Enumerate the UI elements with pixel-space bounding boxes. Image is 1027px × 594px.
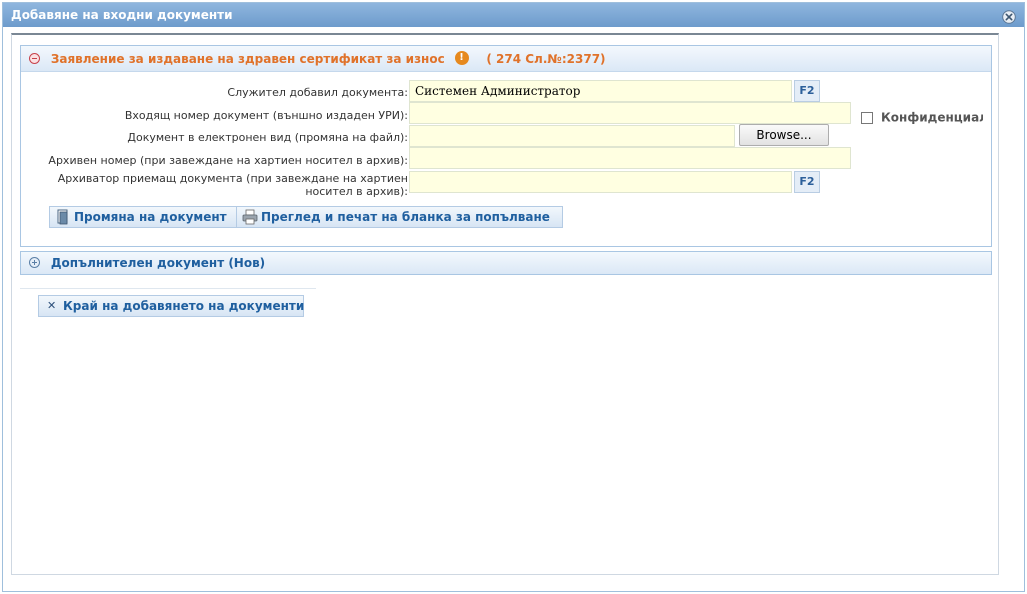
- dialog-titlebar: Добавяне на входни документи: [3, 3, 1024, 27]
- dialog-title: Добавяне на входни документи: [11, 8, 233, 22]
- employee-label: Служител добавил документа:: [227, 86, 408, 99]
- collapse-icon[interactable]: [29, 53, 40, 64]
- preview-print-button[interactable]: Преглед и печат на бланка за попълване: [236, 206, 563, 228]
- warning-icon: !: [454, 50, 469, 65]
- electronic-doc-label: Документ в електронен вид (промяна на фа…: [127, 131, 408, 144]
- archiver-f2-button[interactable]: F2: [794, 171, 820, 193]
- employee-f2-button[interactable]: F2: [794, 80, 820, 102]
- document-panel-title: Заявление за издаване на здравен сертифи…: [50, 52, 445, 66]
- separator: [20, 288, 316, 289]
- document-panel: Заявление за издаване на здравен сертифи…: [20, 45, 992, 247]
- close-small-icon: ✕: [47, 299, 57, 312]
- printer-icon: [242, 209, 258, 225]
- close-icon[interactable]: [1002, 8, 1016, 24]
- document-form: Служител добавил документа: F2 Конфиденц…: [21, 72, 991, 246]
- end-adding-label: Край на добавянето на документи: [63, 299, 305, 313]
- confidential-checkbox-wrap[interactable]: Конфиденциално: [861, 110, 983, 126]
- document-panel-header[interactable]: Заявление за издаване на здравен сертифи…: [21, 46, 991, 72]
- archive-number-input[interactable]: [409, 147, 851, 169]
- employee-field[interactable]: [409, 80, 792, 102]
- additional-document-panel: Допълнителен документ (Нов): [20, 251, 992, 275]
- browse-button[interactable]: Browse...: [739, 124, 829, 146]
- confidential-label: Конфиденциално: [881, 110, 983, 125]
- preview-print-label: Преглед и печат на бланка за попълване: [261, 210, 550, 224]
- dialog-window: Добавяне на входни документи Заявление з…: [2, 2, 1025, 592]
- additional-document-title: Допълнителен документ (Нов): [50, 256, 266, 270]
- additional-document-header[interactable]: Допълнителен документ (Нов): [21, 252, 991, 274]
- archive-number-label: Архивен номер (при завеждане на хартиен …: [48, 154, 408, 167]
- archiver-label-line1: Архиватор приемащ документа (при завежда…: [57, 172, 408, 185]
- electronic-doc-input[interactable]: [409, 125, 735, 147]
- expand-icon[interactable]: [29, 257, 40, 268]
- end-adding-button[interactable]: ✕ Край на добавянето на документи: [38, 295, 304, 317]
- archiver-label: Архиватор приемащ документа (при завежда…: [0, 172, 408, 198]
- document-icon: [55, 209, 70, 225]
- archiver-label-line2: носител в архив):: [305, 185, 408, 198]
- dialog-content: Заявление за издаване на здравен сертифи…: [11, 33, 999, 575]
- confidential-checkbox[interactable]: [861, 111, 873, 124]
- change-document-button[interactable]: Промяна на документ: [49, 206, 240, 228]
- archiver-field[interactable]: [409, 171, 792, 193]
- document-meta: ( 274 Сл.№:2377): [486, 52, 606, 66]
- incoming-number-input[interactable]: [409, 102, 851, 124]
- change-document-label: Промяна на документ: [74, 210, 227, 224]
- incoming-number-label: Входящ номер документ (външно издаден УР…: [124, 109, 408, 122]
